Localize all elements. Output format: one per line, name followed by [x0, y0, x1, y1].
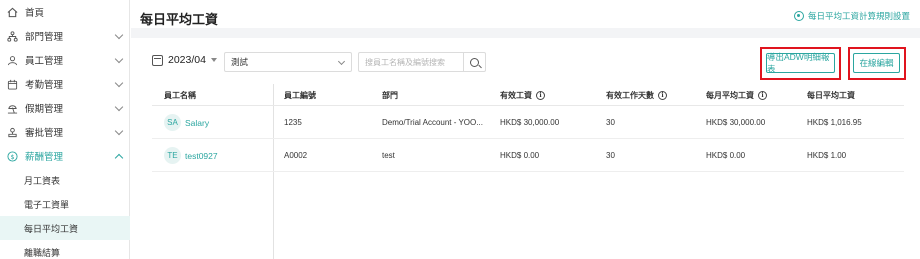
employee-name-link[interactable]: Salary: [185, 118, 209, 128]
caret-down-icon: [210, 58, 217, 62]
calendar-icon: [152, 54, 163, 66]
table-header: 員工名稱 員工編號 部門 有效工資 i 有效工作天數 i 每月平均工資 i 每日平均工…: [152, 84, 904, 106]
column-header: 員工編號: [284, 84, 316, 106]
sidebar: 首頁 部門管理 員工管理 考勤管理 假期管理 審批管理 $ 薪酬管理 月工資表 …: [0, 0, 130, 259]
department-value: 測試: [231, 57, 249, 67]
sidebar-item-home[interactable]: 首頁: [0, 0, 130, 24]
monthly-avg-cell: HKD$ 30,000.00: [706, 118, 766, 127]
column-label: 每月平均工資: [706, 90, 754, 100]
rule-settings-link[interactable]: 每日平均工資計算規則設置: [793, 10, 910, 22]
column-header: 有效工資 i: [500, 84, 545, 106]
sidebar-subitem-label: 月工資表: [24, 175, 61, 186]
daily-avg-cell: HKD$ 1.00: [807, 151, 847, 160]
department-select[interactable]: 測試: [224, 52, 352, 72]
chevron-up-icon: [114, 153, 124, 163]
column-header: 每月平均工資 i: [706, 84, 767, 106]
column-label: 每日平均工資: [807, 90, 855, 100]
avatar: TE: [164, 147, 181, 164]
daily-avg-wage-table: 員工名稱 員工編號 部門 有效工資 i 有效工作天數 i 每月平均工資 i 每日平均工…: [152, 84, 904, 259]
sidebar-subitem-label: 離職結算: [24, 247, 61, 258]
column-header: 部門: [382, 84, 398, 106]
column-label: 員工編號: [284, 90, 316, 100]
avatar: SA: [164, 114, 181, 131]
sidebar-item-departments[interactable]: 部門管理: [0, 24, 130, 48]
info-icon[interactable]: i: [758, 90, 767, 100]
employee-cell[interactable]: SA Salary: [164, 106, 209, 139]
chevron-down-icon: [337, 57, 346, 66]
table-row: SA Salary 1235 Demo/Trial Account - YOO.…: [152, 106, 904, 139]
org-chart-icon: [6, 30, 18, 42]
page-title: 每日平均工資: [140, 12, 219, 27]
sidebar-subitem-termination[interactable]: 離職結算: [0, 240, 130, 259]
chevron-down-icon: [114, 30, 124, 40]
sidebar-item-label: 考勤管理: [25, 80, 64, 91]
sidebar-item-label: 部門管理: [25, 32, 64, 43]
info-icon[interactable]: i: [658, 90, 667, 100]
employee-cell[interactable]: TE test0927: [164, 139, 218, 172]
export-label: 導出ADW明細報表: [767, 52, 830, 74]
table-row: TE test0927 A0002 test HKD$ 0.00 30 HKD$…: [152, 139, 904, 172]
info-icon[interactable]: i: [536, 90, 545, 100]
sidebar-item-employees[interactable]: 員工管理: [0, 48, 130, 72]
sidebar-item-label: 假期管理: [25, 104, 64, 115]
dept-cell: test: [382, 151, 395, 160]
chevron-down-icon: [114, 126, 124, 136]
daily-avg-cell: HKD$ 1,016.95: [807, 118, 862, 127]
sidebar-item-attendance[interactable]: 考勤管理: [0, 72, 130, 96]
sidebar-subitem-daily-avg-wage[interactable]: 每日平均工資: [0, 216, 130, 240]
emp-no-cell: 1235: [284, 118, 302, 127]
month-picker[interactable]: 2023/04: [152, 54, 217, 66]
sidebar-subitem-label: 電子工資單: [24, 199, 70, 210]
sidebar-item-payroll[interactable]: $ 薪酬管理: [0, 144, 130, 168]
search-button[interactable]: [463, 53, 485, 71]
settings-icon: [793, 11, 804, 21]
valid-days-cell: 30: [606, 118, 615, 127]
monthly-avg-cell: HKD$ 0.00: [706, 151, 746, 160]
export-adw-report-button[interactable]: 導出ADW明細報表: [766, 52, 835, 74]
employee-name-link[interactable]: test0927: [185, 151, 218, 161]
search-icon: [470, 57, 479, 67]
beach-icon: [6, 102, 18, 114]
column-label: 有效工資: [500, 90, 532, 100]
sidebar-item-label: 薪酬管理: [25, 152, 64, 163]
column-header: 有效工作天數 i: [606, 84, 667, 106]
divider-band: [131, 28, 920, 38]
sidebar-item-leave[interactable]: 假期管理: [0, 96, 130, 120]
chevron-down-icon: [114, 78, 124, 88]
approval-icon: [6, 126, 18, 138]
month-value: 2023/04: [168, 54, 206, 66]
user-icon: [6, 54, 18, 66]
column-label: 部門: [382, 90, 398, 100]
svg-text:$: $: [10, 152, 14, 160]
sidebar-subitem-monthly-payroll[interactable]: 月工資表: [0, 168, 130, 192]
sidebar-item-label: 審批管理: [25, 128, 64, 139]
online-edit-button[interactable]: 在線編輯: [853, 53, 900, 73]
chevron-down-icon: [114, 102, 124, 112]
sidebar-subitem-e-payslip[interactable]: 電子工資單: [0, 192, 130, 216]
sidebar-item-label: 員工管理: [25, 56, 64, 67]
online-edit-label: 在線編輯: [859, 58, 894, 68]
valid-days-cell: 30: [606, 151, 615, 160]
search-input[interactable]: [359, 53, 463, 71]
sidebar-item-approvals[interactable]: 審批管理: [0, 120, 130, 144]
column-label: 有效工作天數: [606, 90, 654, 100]
home-icon: [6, 6, 18, 18]
money-icon: $: [6, 150, 18, 162]
valid-wage-cell: HKD$ 30,000.00: [500, 118, 560, 127]
column-label: 員工名稱: [164, 90, 196, 100]
search-box: [358, 52, 486, 72]
valid-wage-cell: HKD$ 0.00: [500, 151, 540, 160]
column-header: 員工名稱: [164, 84, 196, 106]
sidebar-subitem-label: 每日平均工資: [24, 223, 79, 234]
calendar-check-icon: [6, 78, 18, 90]
emp-no-cell: A0002: [284, 151, 308, 160]
rule-settings-label: 每日平均工資計算規則設置: [807, 11, 910, 21]
column-header: 每日平均工資: [807, 84, 855, 106]
sidebar-item-label: 首頁: [25, 8, 45, 19]
chevron-down-icon: [114, 54, 124, 64]
dept-cell: Demo/Trial Account - YOO...: [382, 118, 483, 127]
